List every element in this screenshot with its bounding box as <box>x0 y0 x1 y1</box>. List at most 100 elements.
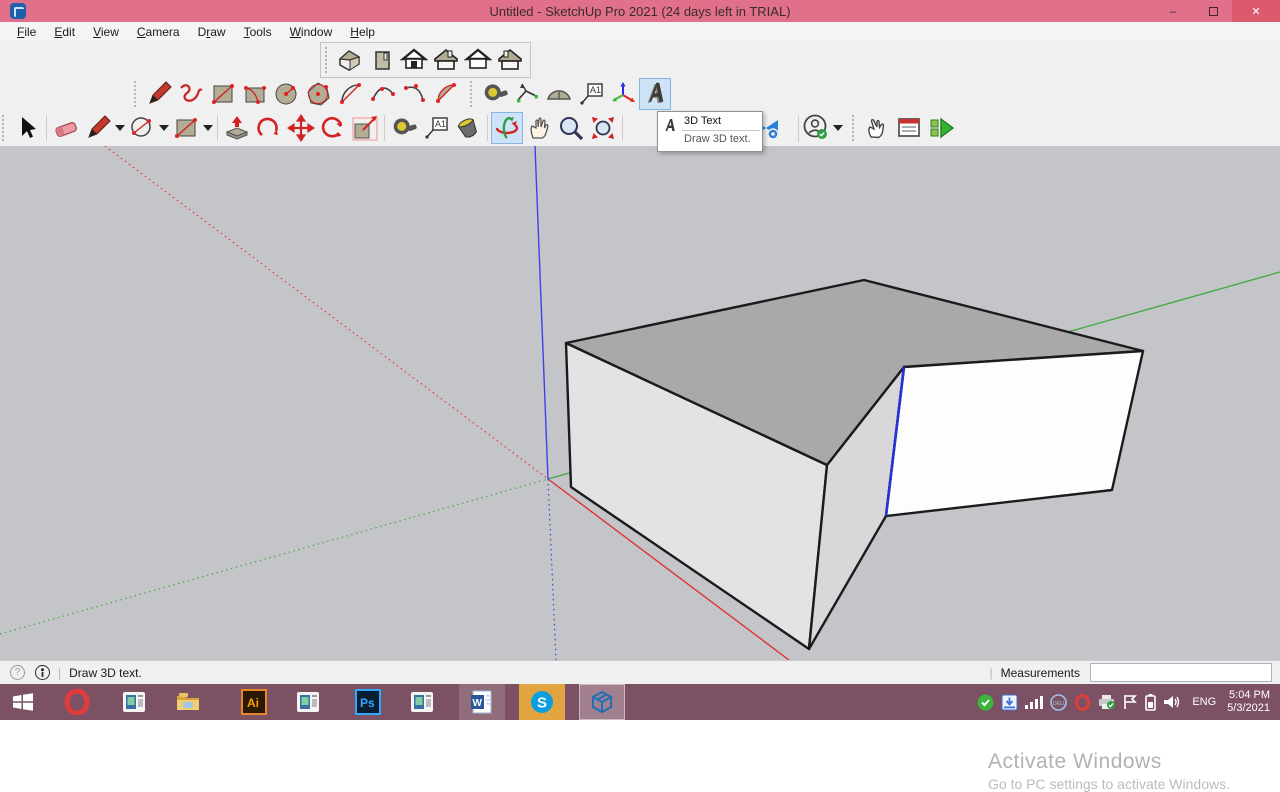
svg-text:DELL: DELL <box>1053 701 1066 707</box>
opera-tray-icon[interactable] <box>1074 694 1091 711</box>
taskbar-sketchup[interactable] <box>579 684 625 720</box>
protractor-tool-button[interactable] <box>543 78 575 110</box>
rectangle-tool-button[interactable] <box>170 112 202 144</box>
taskbar-opera[interactable] <box>54 684 100 720</box>
modeling-viewport[interactable]: Activate Windows Go to PC settings to ac… <box>0 146 1280 660</box>
chevron-down-icon <box>203 125 213 131</box>
measurements-input[interactable] <box>1090 663 1272 682</box>
word-icon: W <box>469 689 495 715</box>
rotate-tool-button[interactable] <box>317 112 349 144</box>
menu-window[interactable]: Window <box>281 23 342 41</box>
antivirus-ok-icon[interactable] <box>977 694 994 711</box>
top-view-button[interactable] <box>366 44 398 76</box>
toolbar-grip[interactable] <box>325 47 330 73</box>
clock[interactable]: 5:04 PM 5/3/2021 <box>1227 689 1276 715</box>
line-tool-button[interactable] <box>82 112 114 144</box>
taskbar-skype[interactable]: S <box>519 684 565 720</box>
polygon-tool-button[interactable] <box>303 78 335 110</box>
menu-help[interactable]: Help <box>341 23 384 41</box>
toolbar-grip[interactable] <box>134 81 139 107</box>
viewport-canvas[interactable] <box>0 146 1280 660</box>
toolbar-grip[interactable] <box>470 81 475 107</box>
orbit-tool-button[interactable] <box>491 112 523 144</box>
toolbar-grip[interactable] <box>2 115 7 141</box>
circle-tool-button[interactable] <box>271 78 303 110</box>
dimension-tool-button[interactable] <box>511 78 543 110</box>
two-point-arc-tool-button[interactable] <box>367 78 399 110</box>
taskbar-word[interactable]: W <box>459 684 505 720</box>
battery-icon[interactable] <box>1145 694 1156 711</box>
push-pull-tool-button[interactable] <box>221 112 253 144</box>
taskbar-app-window-2[interactable] <box>285 684 331 720</box>
axes-tool-button[interactable] <box>607 78 639 110</box>
help-circle-icon[interactable]: ? <box>10 665 25 680</box>
restore-button[interactable] <box>1198 0 1228 22</box>
volume-icon[interactable] <box>1163 694 1181 710</box>
menu-file[interactable]: File <box>8 23 45 41</box>
text-tool-icon: A1 <box>422 114 450 142</box>
line-tool-button[interactable] <box>143 78 175 110</box>
tape-measure-tool-button[interactable] <box>479 78 511 110</box>
taskbar-app-window-1[interactable] <box>111 684 157 720</box>
right-view-button[interactable] <box>430 44 462 76</box>
text-tool-button[interactable]: A1 <box>420 112 452 144</box>
line-tool-dropdown[interactable] <box>114 112 126 144</box>
zoom-tool-icon <box>557 114 585 142</box>
download-manager-icon[interactable] <box>1001 694 1018 711</box>
menu-camera[interactable]: Camera <box>128 23 189 41</box>
3d-text-tool-icon <box>660 114 682 149</box>
printer-ok-icon[interactable] <box>1098 694 1116 710</box>
close-button[interactable]: ✕ <box>1232 0 1280 22</box>
chevron-down-icon <box>833 125 843 131</box>
move-tool-icon <box>287 114 315 142</box>
menu-edit[interactable]: Edit <box>45 23 84 41</box>
tape-measure-tool-button[interactable] <box>388 112 420 144</box>
info-circle-icon[interactable] <box>35 665 50 680</box>
left-view-button[interactable] <box>494 44 526 76</box>
arc-tool-button[interactable] <box>335 78 367 110</box>
three-point-arc-tool-button[interactable] <box>399 78 431 110</box>
move-tool-button[interactable] <box>285 112 317 144</box>
menu-draw[interactable]: Draw <box>189 23 235 41</box>
menu-view[interactable]: View <box>84 23 128 41</box>
sign-in-button[interactable] <box>800 112 832 144</box>
menu-tools[interactable]: Tools <box>235 23 281 41</box>
arc-tool-button[interactable] <box>126 112 158 144</box>
action-center-flag-icon[interactable] <box>1123 694 1138 710</box>
text-tool-button[interactable]: A1 <box>575 78 607 110</box>
pan-tool-button[interactable] <box>523 112 555 144</box>
start-button[interactable] <box>0 684 46 720</box>
back-view-button[interactable] <box>462 44 494 76</box>
arc-tool-dropdown[interactable] <box>158 112 170 144</box>
signal-bars-icon[interactable] <box>1025 695 1043 709</box>
text-tool-icon: A1 <box>577 80 605 108</box>
rectangle-tool-button[interactable] <box>207 78 239 110</box>
eraser-tool-button[interactable] <box>50 112 82 144</box>
taskbar-illustrator[interactable]: Ai <box>231 684 277 720</box>
zoom-tool-button[interactable] <box>555 112 587 144</box>
scale-tool-button[interactable] <box>349 112 381 144</box>
zoom-extents-button[interactable] <box>587 112 619 144</box>
taskbar-app-window-3[interactable] <box>399 684 445 720</box>
iso-view-button[interactable] <box>334 44 366 76</box>
rotated-rectangle-tool-button[interactable] <box>239 78 271 110</box>
minimize-button[interactable]: – <box>1158 0 1188 22</box>
pie-tool-button[interactable] <box>431 78 463 110</box>
language-indicator[interactable]: ENG <box>1188 696 1220 708</box>
front-view-button[interactable] <box>398 44 430 76</box>
dell-icon[interactable]: DELL <box>1050 694 1067 711</box>
taskbar-file-explorer[interactable] <box>165 684 211 720</box>
paint-bucket-tool-button[interactable] <box>452 112 484 144</box>
send-to-layout-button[interactable] <box>925 112 957 144</box>
instructor-button[interactable] <box>861 112 893 144</box>
model-right-face[interactable] <box>886 351 1143 516</box>
taskbar-photoshop[interactable]: Ps <box>345 684 391 720</box>
rectangle-tool-dropdown[interactable] <box>202 112 214 144</box>
toolbar-grip[interactable] <box>852 115 857 141</box>
freehand-tool-button[interactable] <box>175 78 207 110</box>
sign-in-dropdown[interactable] <box>832 112 844 144</box>
select-tool-button[interactable] <box>11 112 43 144</box>
3d-text-tool-button[interactable] <box>639 78 671 110</box>
follow-me-tool-button[interactable] <box>253 112 285 144</box>
default-tray-button[interactable] <box>893 112 925 144</box>
